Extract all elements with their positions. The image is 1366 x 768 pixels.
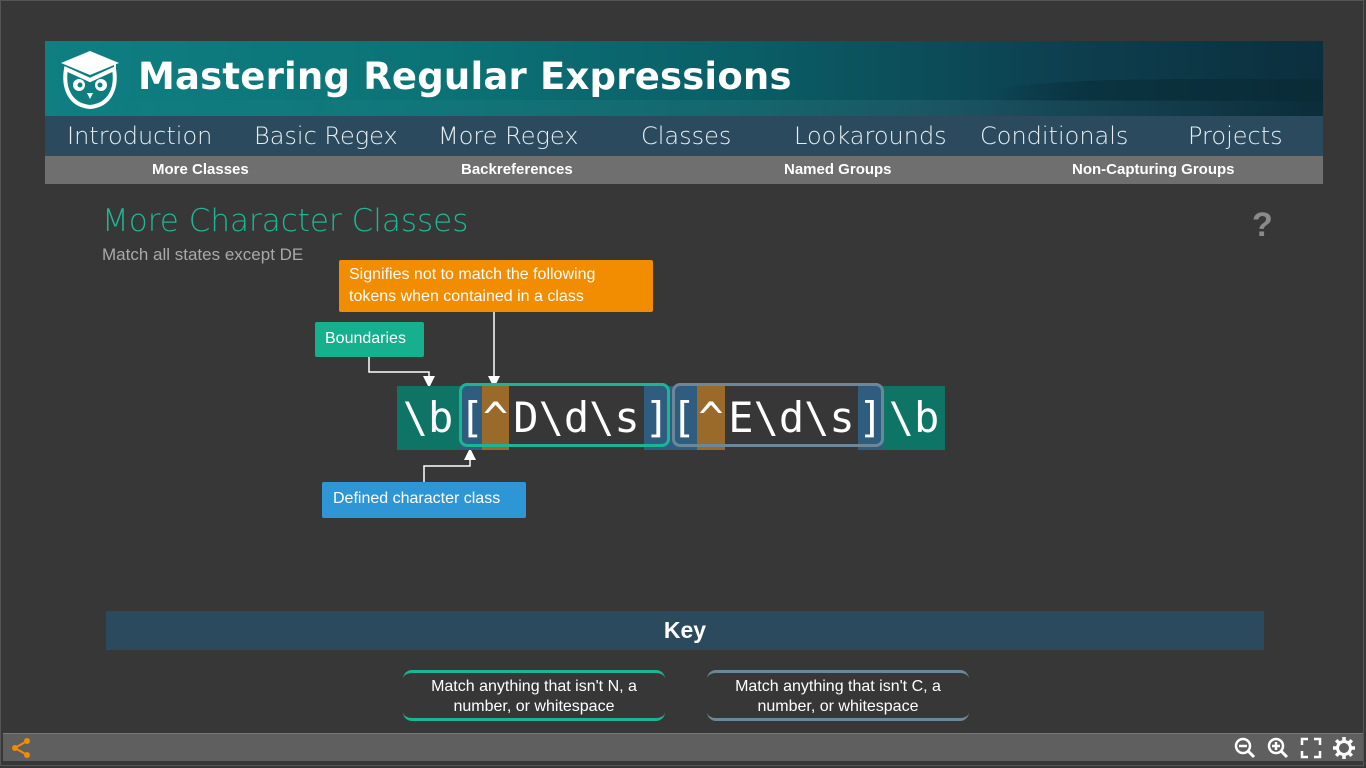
settings-icon[interactable] (1332, 736, 1356, 760)
negation-callout: Signifies not to match the following tok… (339, 260, 653, 312)
bottom-toolbar (3, 733, 1363, 761)
banner-water (45, 100, 1323, 116)
key-header: Key (106, 611, 1264, 650)
main-nav: Introduction Basic Regex More Regex Clas… (45, 116, 1323, 156)
regex-boundary-start: \b (397, 386, 459, 450)
key-item-teal: Match anything that isn't N, a number, o… (403, 670, 665, 721)
key-item-grey: Match anything that isn't C, a number, o… (707, 670, 969, 721)
page-subtitle: Match all states except DE (102, 245, 304, 264)
owl-graduate-logo-icon (61, 51, 119, 110)
fullscreen-icon[interactable] (1299, 736, 1323, 760)
subnav-backreferences[interactable]: Backreferences (461, 156, 573, 184)
sub-nav: More Classes Backreferences Named Groups… (45, 156, 1323, 184)
zoom-in-icon[interactable] (1266, 736, 1290, 760)
nav-more-regex[interactable]: More Regex (438, 116, 578, 156)
nav-classes[interactable]: Classes (641, 116, 731, 156)
help-button[interactable]: ? (1252, 206, 1273, 245)
subnav-more-classes[interactable]: More Classes (152, 156, 249, 184)
header-banner: Mastering Regular Expressions (45, 41, 1323, 116)
boundaries-callout: Boundaries (315, 322, 424, 357)
nav-introduction[interactable]: Introduction (67, 116, 212, 156)
page-title: More Character Classes (102, 203, 469, 239)
nav-basic-regex[interactable]: Basic Regex (254, 116, 398, 156)
regex-boundary-end: \b (883, 386, 945, 450)
zoom-out-icon[interactable] (1233, 736, 1257, 760)
nav-projects[interactable]: Projects (1188, 116, 1283, 156)
share-icon[interactable] (9, 736, 33, 760)
banner-title: Mastering Regular Expressions (138, 55, 792, 98)
nav-conditionals[interactable]: Conditionals (980, 116, 1128, 156)
banner-landscape (993, 79, 1323, 101)
nav-lookarounds[interactable]: Lookarounds (794, 116, 947, 156)
subnav-non-capturing-groups[interactable]: Non-Capturing Groups (1072, 156, 1234, 184)
regex-class-outline-1 (459, 383, 670, 447)
defined-class-callout: Defined character class (322, 482, 526, 518)
regex-class-outline-2 (672, 383, 884, 447)
subnav-named-groups[interactable]: Named Groups (784, 156, 892, 184)
